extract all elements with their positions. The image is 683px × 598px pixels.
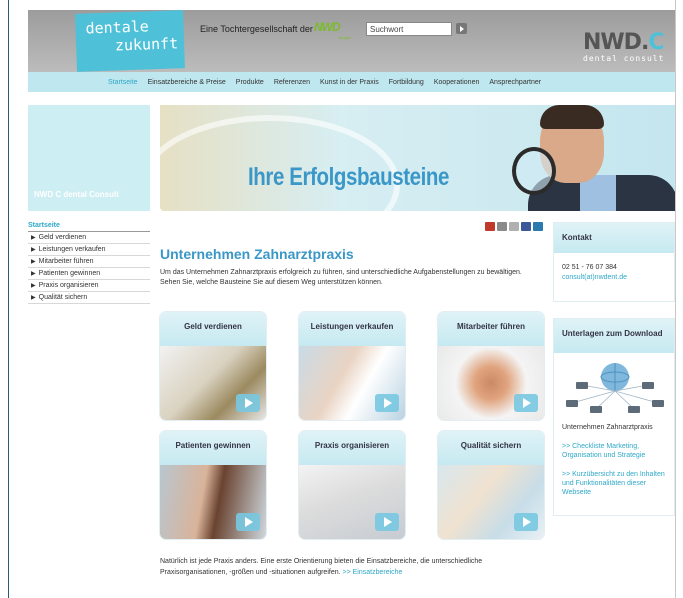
tile-qualitaet-sichern[interactable]: Qualität sichern	[438, 431, 544, 539]
download-label: Unternehmen Zahnarztpraxis	[562, 424, 653, 431]
comment-icon[interactable]	[509, 222, 519, 231]
page-border-left	[8, 0, 9, 598]
contact-phone: 02 51 - 76 07 384	[562, 264, 617, 271]
brand-logo-main: NWD.	[583, 30, 649, 55]
einsatzbereiche-link[interactable]: >> Einsatzbereiche	[343, 569, 403, 576]
play-icon[interactable]	[514, 394, 538, 412]
play-icon[interactable]	[236, 394, 260, 412]
section-subnav: Startseite ▶ Geld verdienen ▶ Leistungen v…	[28, 222, 150, 304]
share-toolbar	[485, 222, 543, 231]
nav-item-kunst[interactable]: Kunst in der Praxis	[320, 79, 379, 86]
contact-box: Kontakt 02 51 - 76 07 384 consult(at)nwd…	[553, 222, 675, 302]
tile-patienten-gewinnen[interactable]: Patienten gewinnen	[160, 431, 266, 539]
side-brand-label: NWD C dental Consult	[34, 190, 119, 199]
nwd-c-logo[interactable]: NWD.C	[583, 30, 664, 55]
arrow-right-icon: ▶	[31, 283, 36, 289]
download-box: Unterlagen zum Download Unternehmen Zahn…	[553, 318, 675, 516]
subnav-item-praxis[interactable]: ▶ Praxis organisieren	[28, 280, 150, 292]
intro-text: Um das Unternehmen Zahnarztpraxis erfolg…	[160, 269, 522, 286]
arrow-right-icon: ▶	[31, 235, 36, 241]
parent-company-logo-sub: Gruppe	[338, 35, 352, 40]
subnav-item-label: Geld verdienen	[38, 234, 87, 241]
pdf-icon[interactable]	[485, 222, 495, 231]
nav-item-einsatzbereiche[interactable]: Einsatzbereiche & Preise	[148, 79, 226, 86]
arrow-right-icon: ▶	[31, 295, 36, 301]
search-input[interactable]	[366, 22, 452, 36]
download-link-checkliste[interactable]: >> Checkliste Marketing, Organisation un…	[554, 442, 674, 460]
site-header: dentale zukunft Eine Tochtergesellschaft…	[28, 10, 675, 92]
nav-item-fortbildung[interactable]: Fortbildung	[389, 79, 424, 86]
banner-title: Ihre Erfolgsbausteine	[248, 163, 450, 191]
arrow-right-icon: ▶	[31, 247, 36, 253]
tile-leistungen-verkaufen[interactable]: Leistungen verkaufen	[299, 312, 405, 420]
arrow-right-icon: ▶	[31, 271, 36, 277]
subnav-item-label: Mitarbeiter führen	[38, 258, 94, 265]
download-title: Unterlagen zum Download	[554, 319, 674, 353]
nav-item-ansprechpartner[interactable]: Ansprechpartner	[489, 79, 541, 86]
network-illustration	[566, 363, 664, 413]
tile-geld-verdienen[interactable]: Geld verdienen	[160, 312, 266, 420]
subnav-item-label: Qualität sichern	[38, 294, 88, 301]
tile-title: Qualität sichern	[438, 431, 544, 465]
facebook-icon[interactable]	[521, 222, 531, 231]
contact-email-link[interactable]: consult(at)nwdent.de	[562, 274, 627, 281]
banner-person-hair	[540, 105, 604, 129]
play-icon[interactable]	[236, 513, 260, 531]
tile-title: Patienten gewinnen	[160, 431, 266, 465]
arrow-right-icon: ▶	[31, 259, 36, 265]
play-icon[interactable]	[514, 513, 538, 531]
tile-title: Mitarbeiter führen	[438, 312, 544, 346]
search-submit-button[interactable]	[456, 23, 467, 34]
header-tagline: Eine Tochtergesellschaft der	[200, 24, 313, 34]
subnav-item-geld[interactable]: ▶ Geld verdienen	[28, 232, 150, 244]
contact-title: Kontakt	[554, 223, 674, 253]
page-title: Unternehmen Zahnarztpraxis	[160, 246, 354, 262]
dentale-zukunft-logo[interactable]: dentale zukunft	[75, 10, 185, 72]
subnav-item-label: Patienten gewinnen	[38, 270, 101, 277]
page-border-right	[675, 0, 676, 598]
play-icon[interactable]	[375, 513, 399, 531]
print-icon[interactable]	[497, 222, 507, 231]
subnav-item-mitarbeiter[interactable]: ▶ Mitarbeiter führen	[28, 256, 150, 268]
magnifying-glass-icon	[512, 147, 556, 195]
parent-company-logo[interactable]: NWD	[314, 20, 341, 34]
subnav-item-label: Leistungen verkaufen	[38, 246, 106, 253]
tile-title: Praxis organisieren	[299, 431, 405, 465]
tile-mitarbeiter-fuehren[interactable]: Mitarbeiter führen	[438, 312, 544, 420]
hero-banner: Ihre Erfolgsbausteine	[160, 105, 675, 211]
play-icon[interactable]	[375, 394, 399, 412]
logo-line1: dentale	[85, 17, 150, 38]
subnav-item-leistungen[interactable]: ▶ Leistungen verkaufen	[28, 244, 150, 256]
nav-item-kooperationen[interactable]: Kooperationen	[434, 79, 480, 86]
nav-item-startseite[interactable]: Startseite	[108, 79, 138, 86]
brand-logo-subtitle: dental consult	[583, 54, 665, 63]
brand-logo-accent: C	[648, 30, 664, 55]
network-globe-icon	[558, 355, 670, 417]
subnav-title[interactable]: Startseite	[28, 222, 150, 232]
download-link-kurzuebersicht[interactable]: >> Kurzübersicht zu den Inhalten und Fun…	[554, 470, 674, 497]
side-brand-box: NWD C dental Consult	[28, 105, 150, 211]
logo-line2: zukunft	[114, 34, 179, 55]
tile-title: Geld verdienen	[160, 312, 266, 346]
share-icon[interactable]	[533, 222, 543, 231]
nav-item-referenzen[interactable]: Referenzen	[274, 79, 310, 86]
tile-title: Leistungen verkaufen	[299, 312, 405, 346]
nav-item-produkte[interactable]: Produkte	[236, 79, 264, 86]
closing-paragraph: Natürlich ist jede Praxis anders. Eine e…	[160, 558, 483, 576]
subnav-item-label: Praxis organisieren	[38, 282, 99, 289]
subnav-item-patienten[interactable]: ▶ Patienten gewinnen	[28, 268, 150, 280]
main-nav: Startseite Einsatzbereiche & Preise Prod…	[28, 72, 675, 92]
closing-text: Natürlich ist jede Praxis anders. Eine e…	[160, 556, 540, 578]
tile-praxis-organisieren[interactable]: Praxis organisieren	[299, 431, 405, 539]
subnav-item-qualitaet[interactable]: ▶ Qualität sichern	[28, 292, 150, 304]
